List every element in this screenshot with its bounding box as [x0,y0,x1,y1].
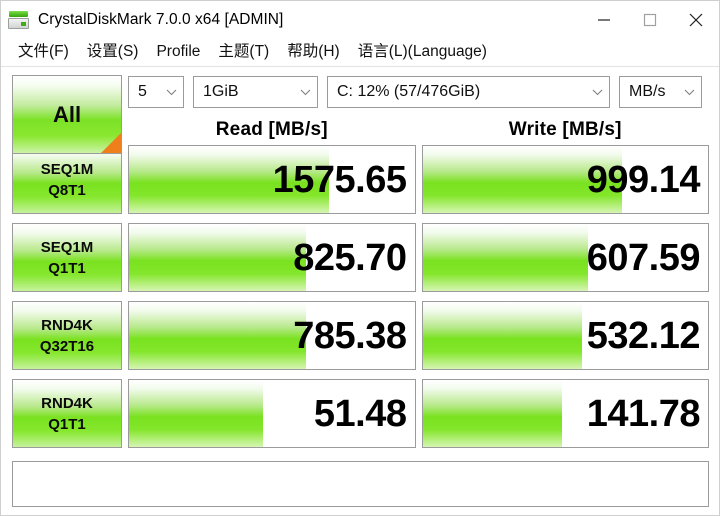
read-result-cell: 51.48 [128,379,416,448]
test-label-line2: Q32T16 [39,337,95,355]
read-value: 785.38 [293,314,407,357]
unit-value: MB/s [629,83,666,100]
window-controls [581,1,719,38]
test-size-value: 1GiB [203,83,239,100]
write-value: 999.14 [586,158,701,201]
test-button-rnd4k-q32t16[interactable]: RND4K Q32T16 [12,301,122,370]
disk-drive-icon [8,9,30,31]
table-row: SEQ1M Q8T1 1575.65 999.14 [12,145,709,214]
test-label-line2: Q8T1 [48,181,86,199]
test-size-dropdown[interactable]: 1GiB [193,76,318,108]
read-value: 825.70 [293,236,407,279]
write-result-cell: 607.59 [421,223,709,292]
results-area: Read [MB/s] Write [MB/s] SEQ1M Q8T1 1575… [1,114,719,460]
write-result-cell: 532.12 [421,301,709,370]
read-result-cell: 785.38 [128,301,416,370]
unit-dropdown[interactable]: MB/s [619,76,702,108]
chevron-down-icon [300,89,311,95]
table-row: RND4K Q32T16 785.38 532.12 [12,301,709,370]
test-label-line2: Q1T1 [48,415,86,433]
write-column-header: Write [MB/s] [508,118,622,140]
read-column-header: Read [MB/s] [215,118,328,140]
chevron-down-icon [684,89,695,95]
read-value: 1575.65 [272,158,407,201]
maximize-icon [643,13,657,26]
profile-corner-indicator [101,133,121,153]
write-value: 607.59 [586,236,701,279]
read-value: 51.48 [313,392,407,435]
menu-item-theme[interactable]: 主题(T) [209,42,278,62]
read-bar-fill [129,380,264,447]
write-bar-fill [422,380,563,447]
crystaldiskmark-window: CrystalDiskMark 7.0.0 x64 [ADMIN] 文件(F) … [0,0,720,516]
test-label-line1: SEQ1M [40,238,94,256]
run-count-dropdown[interactable]: 5 [128,76,184,108]
menubar: 文件(F) 设置(S) Profile 主题(T) 帮助(H) 语言(L)(La… [1,38,719,67]
close-icon [689,13,703,26]
run-all-button[interactable]: All [12,75,122,154]
status-bar [12,461,709,507]
test-label-line1: RND4K [41,316,93,334]
write-bar-fill [422,224,589,291]
chevron-down-icon [166,89,177,95]
run-all-label: All [52,101,82,127]
window-title: CrystalDiskMark 7.0.0 x64 [ADMIN] [38,10,284,28]
menu-item-file[interactable]: 文件(F) [9,42,78,62]
test-button-seq1m-q1t1[interactable]: SEQ1M Q1T1 [12,223,122,292]
test-button-rnd4k-q1t1[interactable]: RND4K Q1T1 [12,379,122,448]
write-result-cell: 141.78 [421,379,709,448]
menu-item-language[interactable]: 语言(L)(Language) [349,42,496,62]
read-result-cell: 1575.65 [128,145,416,214]
minimize-icon [598,18,610,21]
test-label-line2: Q1T1 [48,259,86,277]
table-row: SEQ1M Q1T1 825.70 607.59 [12,223,709,292]
chevron-down-icon [592,89,603,95]
run-count-value: 5 [138,83,147,100]
test-label-line1: RND4K [41,394,93,412]
test-button-seq1m-q8t1[interactable]: SEQ1M Q8T1 [12,145,122,214]
read-bar-fill [129,224,306,291]
drive-dropdown[interactable]: C: 12% (57/476GiB) [327,76,610,108]
drive-value: C: 12% (57/476GiB) [337,83,481,100]
write-bar-fill [422,302,583,369]
table-row: RND4K Q1T1 51.48 141.78 [12,379,709,448]
close-button[interactable] [673,1,719,38]
read-result-cell: 825.70 [128,223,416,292]
test-label-line1: SEQ1M [40,160,94,178]
read-bar-fill [129,302,306,369]
write-value: 141.78 [586,392,701,435]
menu-item-settings[interactable]: 设置(S) [78,42,148,62]
result-rows: SEQ1M Q8T1 1575.65 999.14 SEQ1M Q1T1 825… [12,145,709,457]
menu-item-profile[interactable]: Profile [147,42,209,62]
menu-item-help[interactable]: 帮助(H) [278,42,349,62]
minimize-button[interactable] [581,1,627,38]
maximize-button[interactable] [627,1,673,38]
titlebar: CrystalDiskMark 7.0.0 x64 [ADMIN] [1,1,719,38]
write-value: 532.12 [586,314,701,357]
write-result-cell: 999.14 [421,145,709,214]
